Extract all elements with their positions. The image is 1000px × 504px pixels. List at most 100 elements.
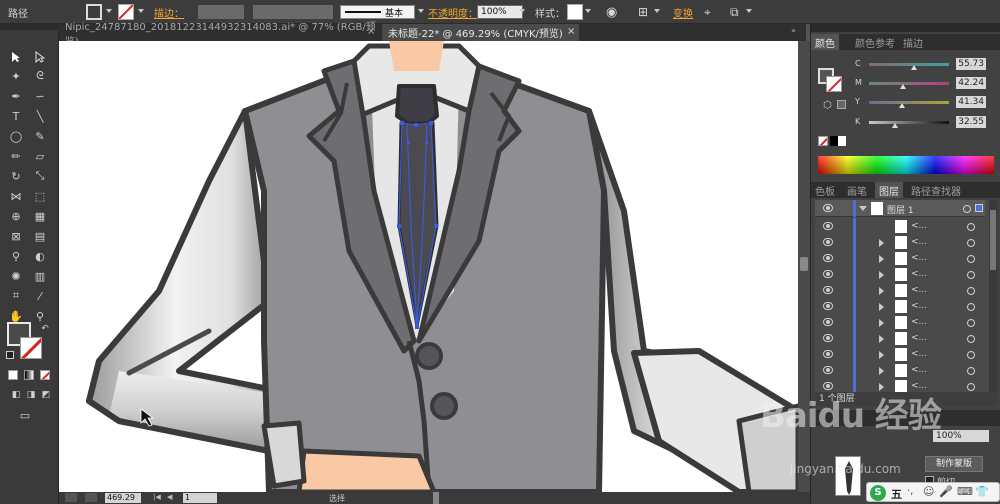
eraser-tool-icon[interactable]: ▱: [33, 149, 47, 163]
scale-tool-icon[interactable]: ⤡: [33, 169, 47, 183]
target-circle-icon[interactable]: [967, 287, 975, 295]
target-circle-icon[interactable]: [967, 383, 975, 391]
tab-brushes[interactable]: 画笔: [843, 182, 871, 198]
draw-normal-icon[interactable]: ◧: [9, 388, 23, 402]
shape-builder-tool-icon[interactable]: ⊕: [9, 209, 23, 223]
isolate-icon[interactable]: ⌖: [704, 0, 711, 24]
close-icon[interactable]: ×: [367, 26, 375, 37]
transform-link[interactable]: 变换: [673, 0, 693, 24]
blend-tool-icon[interactable]: ◐: [33, 249, 47, 263]
prev-artboard-icon[interactable]: ◀: [167, 493, 172, 501]
channel-m-thumb[interactable]: [899, 84, 906, 89]
channel-m-value[interactable]: 42.24: [956, 77, 986, 89]
free-transform-tool-icon[interactable]: ⬚: [33, 189, 47, 203]
tab-swatches[interactable]: 色板: [811, 182, 839, 198]
expand-triangle-icon[interactable]: [879, 319, 884, 327]
visibility-eye-icon[interactable]: [823, 204, 833, 212]
channel-c-value[interactable]: 55.73: [956, 58, 986, 70]
target-circle-icon[interactable]: [967, 223, 975, 231]
first-artboard-icon[interactable]: |◀: [153, 493, 161, 501]
expand-triangle-icon[interactable]: [879, 351, 884, 359]
sublayer-name[interactable]: <...: [911, 333, 927, 343]
target-circle-icon[interactable]: [967, 271, 975, 279]
line-tool-icon[interactable]: ╲: [33, 109, 47, 123]
align-dropdown-icon[interactable]: [654, 9, 660, 13]
expand-triangle-icon[interactable]: [879, 367, 884, 375]
pencil-tool-icon[interactable]: ✏: [9, 149, 23, 163]
stroke-color-box[interactable]: [20, 337, 42, 359]
target-circle-icon[interactable]: [963, 205, 971, 213]
voice-icon[interactable]: 🎤: [939, 485, 953, 498]
curvature-tool-icon[interactable]: ∽: [33, 89, 47, 103]
pen-tool-icon[interactable]: ✒: [9, 89, 23, 103]
zoom-tool-icon[interactable]: ⚲: [33, 309, 47, 323]
sublayer-name[interactable]: <...: [911, 317, 927, 327]
tab-color[interactable]: 颜色: [811, 34, 839, 50]
layer-row[interactable]: <...: [815, 218, 985, 235]
channel-m-slider[interactable]: [869, 82, 949, 85]
sublayer-name[interactable]: <...: [911, 269, 927, 279]
sublayer-name[interactable]: <...: [911, 285, 927, 295]
zoom-field[interactable]: 469.29: [105, 493, 141, 503]
draw-inside-icon[interactable]: ◩: [39, 388, 53, 402]
transparency-opacity-field[interactable]: 100%: [933, 430, 989, 442]
horizontal-scroll-thumb[interactable]: [433, 492, 439, 504]
tab-layers[interactable]: 图层: [875, 182, 903, 198]
layers-scrollbar[interactable]: [989, 200, 997, 392]
visibility-eye-icon[interactable]: [823, 270, 833, 278]
profile-dropdown-icon[interactable]: [418, 9, 424, 13]
black-color-button[interactable]: [830, 136, 838, 146]
perspective-grid-tool-icon[interactable]: ▦: [33, 209, 47, 223]
fill-dropdown-icon[interactable]: [106, 9, 112, 13]
paintbrush-tool-icon[interactable]: ✎: [33, 129, 47, 143]
lasso-tool-icon[interactable]: ᘓ: [33, 69, 47, 83]
none-mode-icon[interactable]: [40, 370, 50, 380]
panel-menu-icon[interactable]: [746, 9, 752, 13]
channel-c-thumb[interactable]: [910, 65, 917, 70]
color-mode-icon[interactable]: [8, 370, 18, 380]
width-tool-icon[interactable]: ⋈: [9, 189, 23, 203]
out-of-gamut-icon[interactable]: ⬡: [823, 100, 832, 111]
draw-behind-icon[interactable]: ◨: [24, 388, 38, 402]
channel-k-slider[interactable]: [869, 121, 949, 124]
visibility-eye-icon[interactable]: [823, 366, 833, 374]
opacity-label[interactable]: 不透明度：: [428, 0, 478, 24]
gradient-mode-icon[interactable]: [24, 370, 34, 380]
slice-tool-icon[interactable]: ⁄: [33, 289, 47, 303]
opacity-field[interactable]: 100%: [477, 5, 523, 19]
layer-row[interactable]: <...: [815, 362, 985, 379]
artboard-number-field[interactable]: 1: [183, 493, 217, 503]
eyedropper-tool-icon[interactable]: ⚲: [9, 249, 23, 263]
gradient-tool-icon[interactable]: ▤: [33, 229, 47, 243]
stroke-dropdown-icon[interactable]: [138, 9, 144, 13]
swap-colors-icon[interactable]: ↶: [38, 322, 52, 336]
arrange-icon[interactable]: ⧉: [730, 0, 739, 24]
rotate-tool-icon[interactable]: ↻: [9, 169, 23, 183]
visibility-eye-icon[interactable]: [823, 334, 833, 342]
channel-y-slider[interactable]: [869, 101, 949, 104]
web-safe-icon[interactable]: [837, 100, 846, 109]
tab-nipic-document[interactable]: Nipic_24787180_20181223144932314083.ai* …: [59, 22, 379, 48]
target-circle-icon[interactable]: [967, 367, 975, 375]
none-color-button[interactable]: [818, 136, 828, 146]
ime-logo-icon[interactable]: S: [870, 485, 886, 501]
collapse-triangle-icon[interactable]: [859, 206, 867, 211]
artboard-tool-icon[interactable]: ⌗: [9, 289, 23, 303]
opacity-dropdown-icon[interactable]: [519, 9, 525, 13]
tab-untitled-22[interactable]: 未标题-22* @ 469.29% (CMYK/预览): [382, 24, 579, 41]
channel-k-value[interactable]: 32.55: [956, 116, 986, 128]
expand-triangle-icon[interactable]: [879, 335, 884, 343]
expand-triangle-icon[interactable]: [879, 287, 884, 295]
channel-c-slider[interactable]: [869, 63, 949, 66]
sublayer-name[interactable]: <...: [911, 221, 927, 231]
keyboard-icon[interactable]: ⌨: [957, 485, 973, 498]
recolor-icon[interactable]: ◉: [606, 0, 617, 24]
layer-row[interactable]: <...: [815, 314, 985, 331]
panel-stroke-swatch[interactable]: [826, 76, 842, 92]
column-graph-tool-icon[interactable]: ▥: [33, 269, 47, 283]
emoji-icon[interactable]: ☺: [923, 485, 934, 498]
expand-triangle-icon[interactable]: [879, 255, 884, 263]
layer-row[interactable]: <...: [815, 298, 985, 315]
target-circle-icon[interactable]: [967, 335, 975, 343]
expand-triangle-icon[interactable]: [879, 239, 884, 247]
